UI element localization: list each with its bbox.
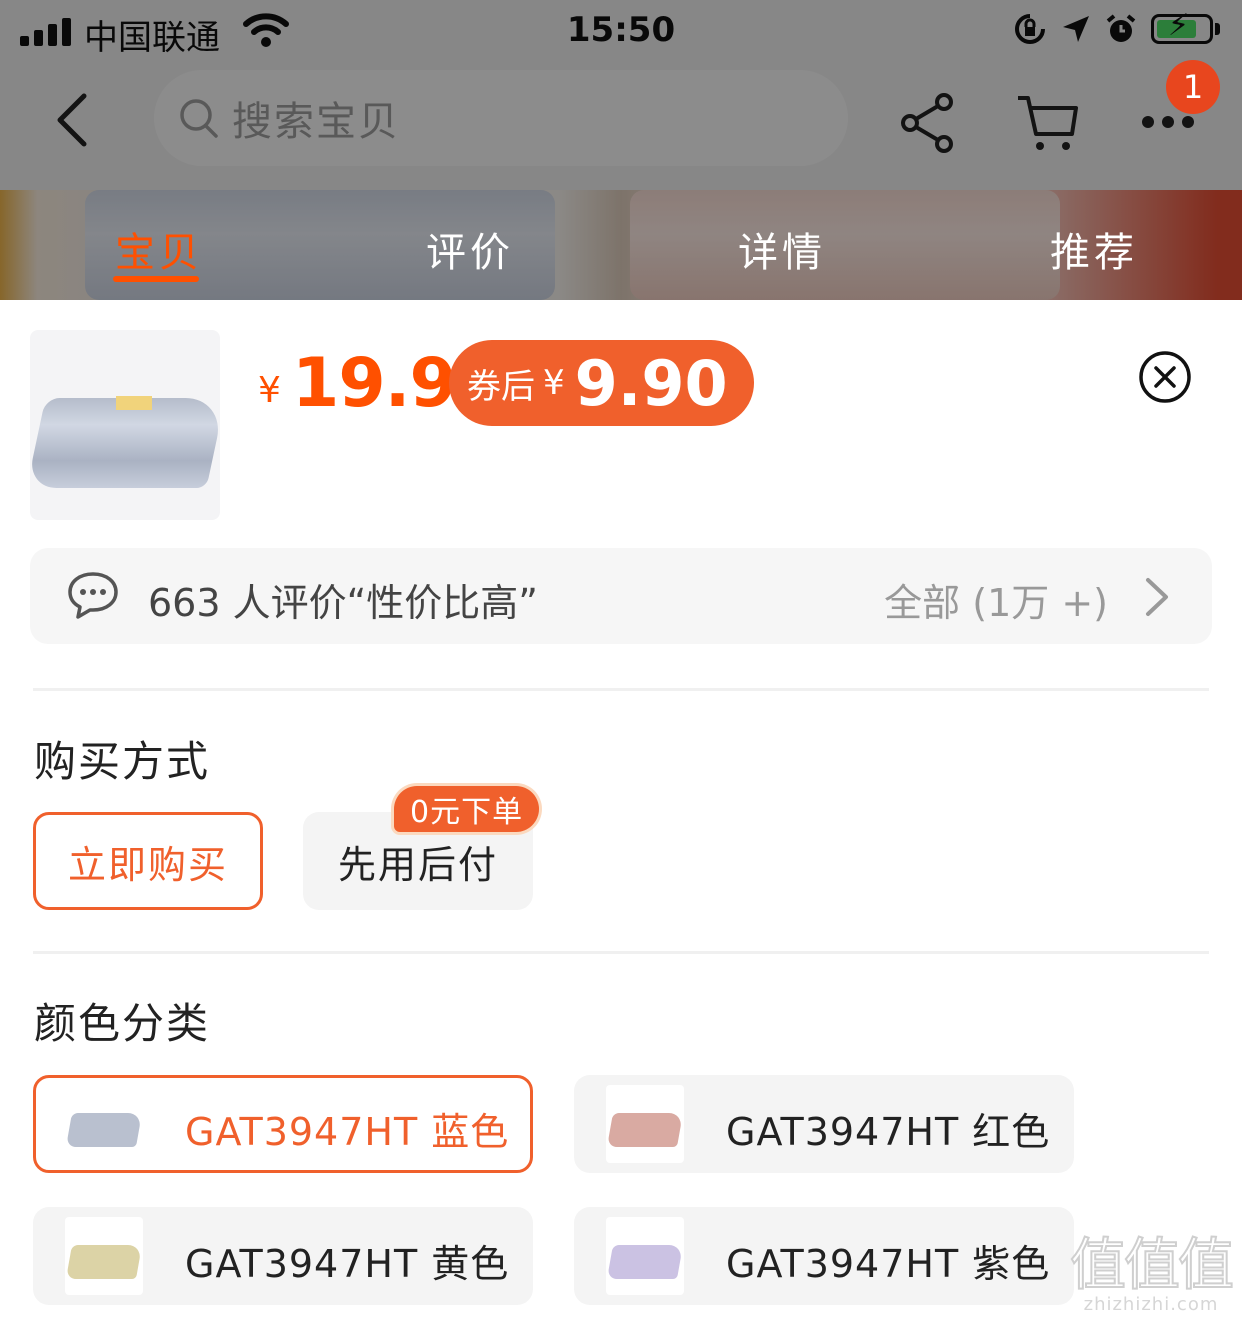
buy-now-option[interactable]: 立即购买 — [33, 812, 263, 910]
swatch-towel — [66, 1113, 142, 1147]
product-thumbnail[interactable] — [30, 330, 220, 520]
swatch-towel — [66, 1245, 142, 1279]
chevron-right-icon — [1146, 578, 1168, 616]
color-swatch-image — [606, 1085, 684, 1163]
color-option-label: GAT3947HT 紫色 — [726, 1242, 1051, 1286]
color-category-title: 颜色分类 — [34, 999, 211, 1048]
tab-recommend[interactable]: 推荐 — [1050, 220, 1138, 278]
tab-reviews[interactable]: 评价 — [426, 220, 514, 278]
price: 19.9 — [292, 344, 457, 423]
sku-sheet: ¥ 19.9 券后 ¥ 9.90 663 人评价“性价比高” 全部 (1万 +)… — [0, 300, 1242, 1325]
color-option-purple[interactable]: GAT3947HT 紫色 — [574, 1207, 1074, 1305]
active-tab-indicator — [113, 276, 199, 282]
divider — [33, 951, 1209, 954]
zero-yuan-tag: 0元下单 — [394, 786, 540, 832]
notification-badge: 1 — [1166, 60, 1220, 114]
coupon-currency: ¥ — [543, 363, 565, 403]
coupon-price: 9.90 — [574, 346, 728, 420]
color-swatch-image — [606, 1217, 684, 1295]
product-thumbnail-tag — [116, 396, 152, 410]
watermark-url: zhizhizhi.com — [1083, 1294, 1219, 1315]
close-icon[interactable] — [1138, 350, 1192, 404]
review-summary[interactable]: 663 人评价“性价比高” 全部 (1万 +) — [30, 548, 1212, 644]
tab-item[interactable]: 宝贝 — [115, 220, 203, 278]
divider — [33, 688, 1209, 691]
coupon-label: 券后 — [467, 366, 535, 407]
color-option-label: GAT3947HT 蓝色 — [185, 1110, 510, 1154]
review-highlight-text: 663 人评价“性价比高” — [148, 581, 538, 625]
color-swatch-image — [65, 1217, 143, 1295]
chat-bubble-icon — [68, 572, 118, 619]
tab-bar: 宝贝 评价 详情 推荐 — [0, 190, 1242, 300]
color-option-label: GAT3947HT 红色 — [726, 1110, 1051, 1154]
tab-details[interactable]: 详情 — [738, 220, 826, 278]
swatch-towel — [607, 1245, 683, 1279]
product-thumbnail-towel — [30, 398, 220, 488]
coupon-price-badge: 券后 ¥ 9.90 — [449, 340, 754, 426]
color-option-label: GAT3947HT 黄色 — [185, 1242, 510, 1286]
color-option-yellow[interactable]: GAT3947HT 黄色 — [33, 1207, 533, 1305]
color-swatch-image — [65, 1085, 143, 1163]
color-option-blue[interactable]: GAT3947HT 蓝色 — [33, 1075, 533, 1173]
swatch-towel — [607, 1113, 683, 1147]
price-currency: ¥ — [258, 370, 281, 411]
color-option-red[interactable]: GAT3947HT 红色 — [574, 1075, 1074, 1173]
review-all-link[interactable]: 全部 (1万 +) — [884, 572, 1108, 627]
watermark-logo: 值值值 — [1069, 1233, 1235, 1298]
purchase-method-title: 购买方式 — [34, 737, 211, 786]
watermark: 值值值 zhizhizhi.com — [1069, 1233, 1235, 1316]
